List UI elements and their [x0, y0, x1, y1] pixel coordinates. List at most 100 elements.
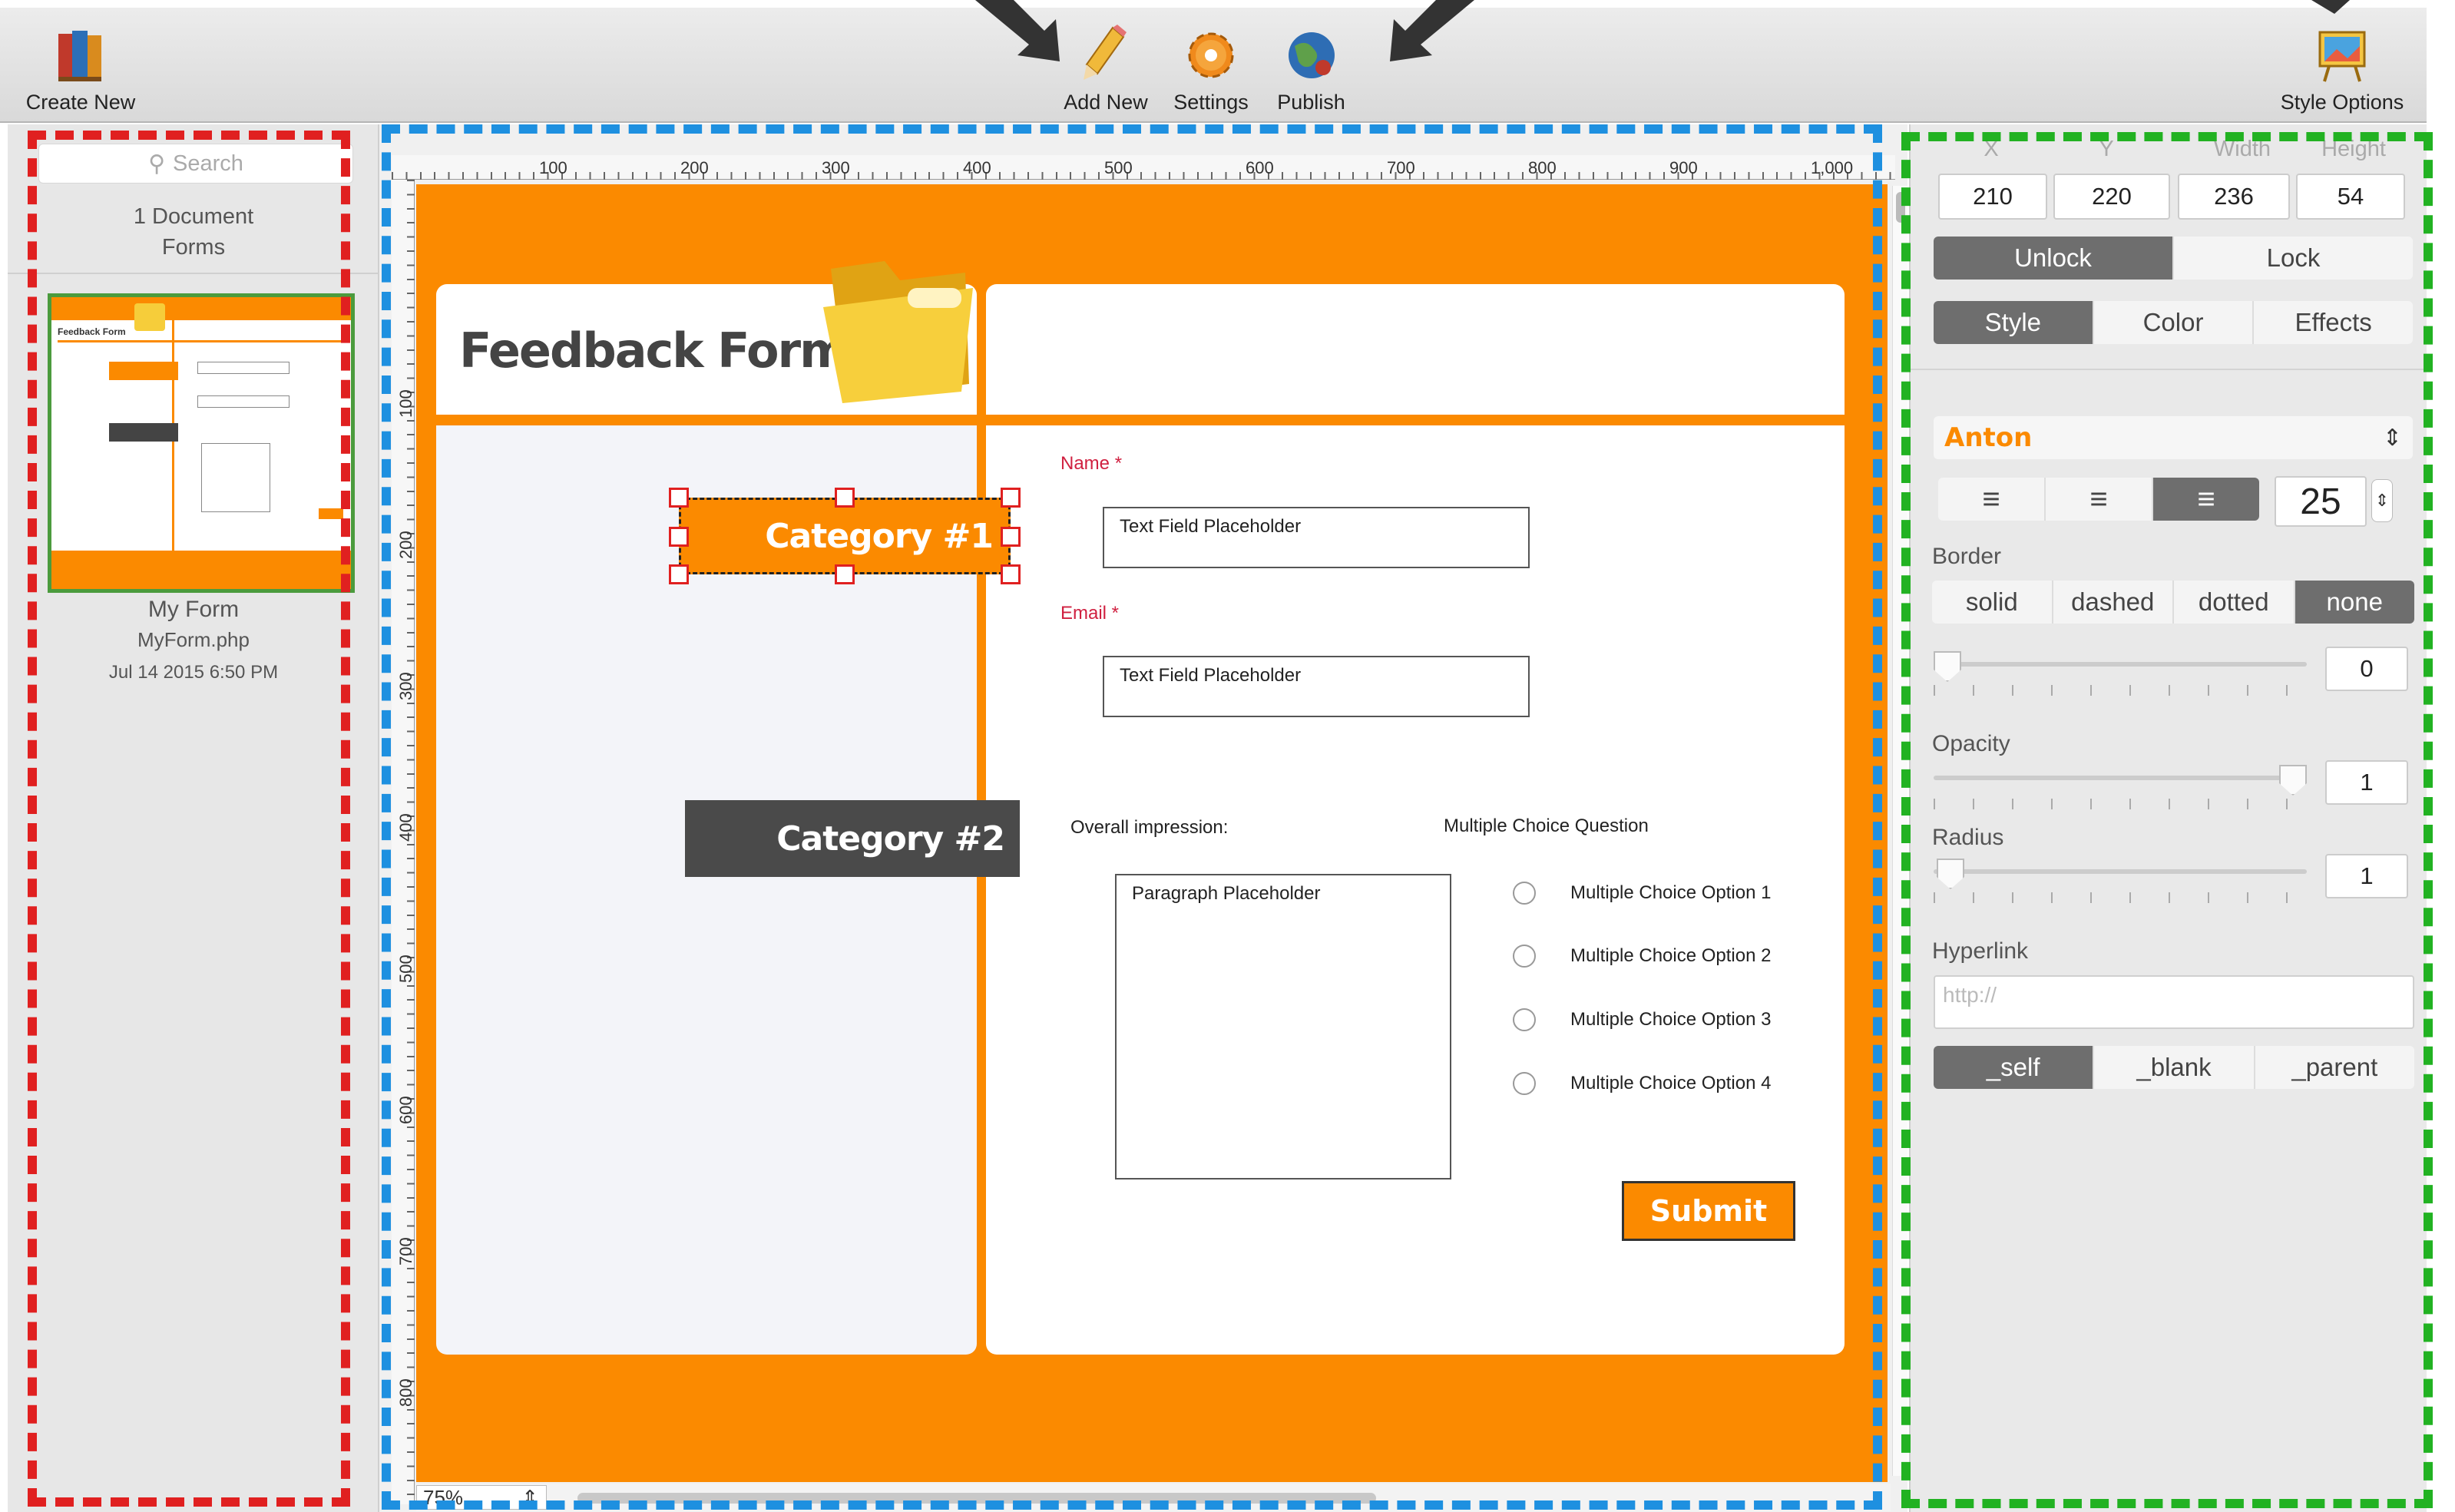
ruler-label: 500: [396, 955, 415, 983]
name-label: Name *: [1060, 453, 1123, 474]
font-size-stepper[interactable]: ⇕: [2371, 479, 2393, 522]
paragraph-field[interactable]: Paragraph Placeholder: [1115, 874, 1451, 1179]
arrow-left-icon: [975, 0, 1060, 61]
font-select[interactable]: Anton ⇕: [1934, 416, 2413, 459]
ruler-label: 300: [396, 672, 415, 700]
easel-icon: [2318, 31, 2366, 82]
x-input[interactable]: 210: [1938, 174, 2047, 220]
canvas-area[interactable]: Feedback Form Category #1 Category #2 Na…: [379, 124, 1907, 1512]
resize-handle[interactable]: [669, 564, 689, 584]
mc-option-4[interactable]: Multiple Choice Option 4: [1513, 1072, 1771, 1095]
resize-handle[interactable]: [835, 488, 855, 508]
ruler-label: 400: [963, 158, 991, 177]
horizontal-scrollbar[interactable]: [577, 1493, 1376, 1504]
radio-button[interactable]: [1513, 882, 1536, 905]
name-text-field[interactable]: Text Field Placeholder: [1103, 507, 1530, 568]
ruler-label: 600: [1246, 158, 1274, 177]
mc-option-label: Multiple Choice Option 3: [1570, 1009, 1772, 1030]
opacity-slider[interactable]: [1934, 765, 2307, 809]
border-width-slider[interactable]: [1934, 651, 2307, 696]
radius-slider[interactable]: [1934, 859, 2307, 903]
unlock-button[interactable]: Unlock: [1934, 237, 2174, 280]
align-left-icon: ≡: [1982, 481, 2000, 516]
form-document[interactable]: Feedback Form Category #1 Category #2 Na…: [416, 184, 1888, 1482]
link-target-segment: _self _blank _parent: [1934, 1046, 2414, 1089]
submit-button[interactable]: Submit: [1622, 1181, 1795, 1241]
border-solid-button[interactable]: solid: [1932, 581, 2053, 624]
mc-option-3[interactable]: Multiple Choice Option 3: [1513, 1008, 1771, 1031]
arrow-right-icon: [1390, 0, 1474, 61]
lock-button[interactable]: Lock: [2174, 237, 2413, 280]
document-thumbnail[interactable]: Feedback Form: [48, 293, 355, 593]
zoom-value: 75%: [423, 1485, 464, 1509]
hyperlink-input[interactable]: http://: [1934, 975, 2414, 1029]
resize-handle[interactable]: [669, 527, 689, 547]
font-size-input[interactable]: 25: [2275, 476, 2367, 527]
align-center-button[interactable]: ≡: [2046, 478, 2153, 521]
target-parent-button[interactable]: _parent: [2255, 1046, 2414, 1089]
radius-input[interactable]: 1: [2325, 854, 2408, 898]
scroll-thumb[interactable]: [1896, 192, 1905, 223]
document-date: Jul 14 2015 6:50 PM: [108, 662, 279, 683]
header-right-card: [986, 284, 1845, 415]
mc-question-label: Multiple Choice Question: [1444, 816, 1649, 836]
height-input[interactable]: 54: [2296, 174, 2405, 220]
resize-handle[interactable]: [1001, 527, 1021, 547]
doc-group-label: Forms: [161, 235, 226, 260]
style-options-label: Style Options: [2280, 91, 2404, 114]
chevron-updown-icon: ⇕: [2382, 425, 2402, 451]
add-new-label: Add New: [1064, 91, 1148, 114]
align-right-button[interactable]: ≡: [2153, 478, 2259, 521]
radio-button[interactable]: [1513, 945, 1536, 968]
resize-handle[interactable]: [1001, 488, 1021, 508]
vertical-ruler: [392, 180, 415, 1504]
books-icon: [58, 31, 101, 81]
impression-label: Overall impression:: [1070, 817, 1229, 838]
mc-option-label: Multiple Choice Option 4: [1570, 1073, 1772, 1093]
create-new-button[interactable]: Create New: [15, 8, 146, 123]
search-field[interactable]: ⚲ Search: [38, 144, 353, 184]
hyperlink-label: Hyperlink: [1932, 938, 2029, 964]
radio-button[interactable]: [1513, 1008, 1536, 1031]
ruler-label: 700: [396, 1237, 415, 1266]
mc-option-2[interactable]: Multiple Choice Option 2: [1513, 945, 1771, 968]
bottom-bar: 75% ⇕: [416, 1484, 1891, 1511]
border-width-input[interactable]: 0: [2325, 647, 2408, 691]
category-2-label[interactable]: Category #2: [685, 800, 1020, 877]
y-input[interactable]: 220: [2053, 174, 2170, 220]
border-dotted-button[interactable]: dotted: [2174, 581, 2295, 624]
border-dashed-button[interactable]: dashed: [2053, 581, 2174, 624]
target-self-button[interactable]: _self: [1934, 1046, 2095, 1089]
resize-handle[interactable]: [669, 488, 689, 508]
align-left-button[interactable]: ≡: [1938, 478, 2046, 521]
resize-handle[interactable]: [835, 564, 855, 584]
style-options-button[interactable]: Style Options: [2269, 8, 2415, 123]
tab-style[interactable]: Style: [1934, 301, 2094, 344]
lock-segment: Unlock Lock: [1934, 237, 2413, 280]
opacity-label: Opacity: [1932, 731, 2010, 756]
x-header: X: [1984, 137, 1999, 161]
tab-effects[interactable]: Effects: [2254, 301, 2413, 344]
email-text-field[interactable]: Text Field Placeholder: [1103, 656, 1530, 717]
settings-label: Settings: [1173, 91, 1249, 114]
target-blank-button[interactable]: _blank: [2094, 1046, 2255, 1089]
width-input[interactable]: 236: [2178, 174, 2290, 220]
border-style-segment: solid dashed dotted none: [1932, 581, 2414, 624]
tab-color[interactable]: Color: [2094, 301, 2255, 344]
y-header: Y: [2099, 137, 2114, 161]
vertical-scrollbar[interactable]: [1892, 186, 1907, 1476]
zoom-select[interactable]: 75% ⇕: [416, 1485, 547, 1510]
search-icon: ⚲: [148, 151, 166, 177]
border-none-button[interactable]: none: [2295, 581, 2414, 624]
document-file: MyForm.php: [137, 628, 250, 651]
ruler-label: 900: [1669, 158, 1698, 177]
radio-button[interactable]: [1513, 1072, 1536, 1095]
opacity-input[interactable]: 1: [2325, 760, 2408, 805]
category-1-label[interactable]: Category #1: [679, 498, 1011, 574]
form-title: Feedback Form: [459, 323, 849, 379]
resize-handle[interactable]: [1001, 564, 1021, 584]
mc-option-1[interactable]: Multiple Choice Option 1: [1513, 882, 1771, 905]
search-placeholder: Search: [173, 151, 243, 176]
doc-count-label: 1 Document: [133, 204, 254, 229]
height-header: Height: [2321, 137, 2386, 161]
